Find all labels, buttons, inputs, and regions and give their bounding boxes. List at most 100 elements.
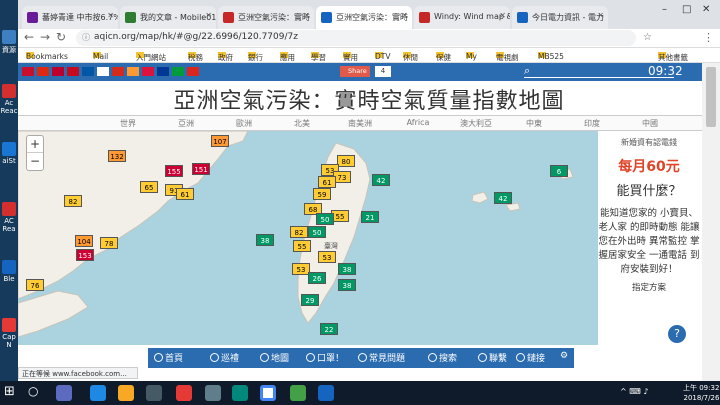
language-flag-icon[interactable] (22, 67, 34, 76)
search-icon[interactable]: ⌕ (524, 64, 530, 78)
aqi-station-marker[interactable]: 21 (361, 211, 379, 223)
aqi-station-marker[interactable]: 76 (26, 279, 44, 291)
language-flag-icon[interactable] (127, 67, 139, 76)
region-link[interactable]: 北美 (277, 118, 327, 129)
store-icon[interactable] (146, 385, 162, 401)
aqi-station-marker[interactable]: 26 (308, 272, 326, 284)
bottom-nav-item[interactable]: 常見問題 (358, 351, 405, 364)
aqi-station-marker[interactable]: 78 (100, 237, 118, 249)
aqi-map[interactable]: + − 臺灣 107 132 155 151 65 91 61 82 104 78 153 76 80 5… (18, 131, 598, 345)
language-flag-icon[interactable] (37, 67, 49, 76)
aqi-station-marker[interactable]: 55 (293, 240, 311, 252)
share-button[interactable]: Share (340, 66, 370, 77)
aqi-station-marker[interactable]: 61 (176, 188, 194, 200)
aqi-station-marker[interactable]: 132 (108, 150, 126, 162)
tray-icons[interactable]: ^ ⌨ ♪ (620, 387, 648, 396)
region-link[interactable]: 中國 (625, 118, 675, 129)
region-link[interactable]: Africa (393, 118, 443, 127)
language-flag-icon[interactable] (172, 67, 184, 76)
aqi-station-marker[interactable]: 107 (211, 135, 229, 147)
zoom-in-button[interactable]: + (27, 136, 43, 153)
language-flag-icon[interactable] (157, 67, 169, 76)
desktop-icon[interactable]: aiSt (0, 140, 18, 174)
aqi-station-marker[interactable]: 59 (313, 188, 331, 200)
language-flag-icon[interactable] (97, 67, 109, 76)
region-link[interactable]: 南美洲 (335, 118, 385, 129)
bottom-nav-item[interactable]: 搜索 (428, 351, 457, 364)
aqi-station-marker[interactable]: 38 (338, 263, 356, 275)
forward-icon[interactable]: → (40, 30, 50, 44)
desktop-icon[interactable]: Ac Reac (0, 82, 18, 116)
desktop-icon[interactable]: Ble (0, 258, 18, 292)
aqi-station-marker[interactable]: 151 (192, 163, 210, 175)
desktop-icon[interactable]: 資源 (0, 28, 18, 62)
app5-icon[interactable] (318, 385, 334, 401)
browser-tab[interactable]: 亞洲空氣污染：實時 ✕ (218, 6, 314, 29)
aqi-station-marker[interactable]: 38 (256, 234, 274, 246)
start-icon[interactable]: ⊞ (4, 384, 20, 400)
aqi-station-marker[interactable]: 65 (140, 181, 158, 193)
browser-tab[interactable]: 亞洲空氣污染：實時 ✕ (316, 6, 412, 29)
aqi-station-marker[interactable]: 29 (301, 294, 319, 306)
browser-tab[interactable]: 蕃婷青達 中市按6.7% ✕ (22, 6, 118, 29)
aqi-station-marker[interactable]: 61 (318, 176, 336, 188)
bottom-nav-item[interactable]: 地圖 (260, 351, 289, 364)
help-button[interactable]: ? (668, 325, 686, 343)
close-tab-icon[interactable]: ✕ (205, 11, 212, 20)
close-tab-icon[interactable]: ✕ (107, 11, 114, 20)
region-link[interactable]: 印度 (567, 118, 617, 129)
task-view-icon[interactable] (56, 385, 72, 401)
close-tab-icon[interactable]: ✕ (303, 11, 310, 20)
app3-icon[interactable] (232, 385, 248, 401)
aqi-station-marker[interactable]: 82 (64, 195, 82, 207)
minimize-icon[interactable]: – (662, 4, 667, 15)
aqi-station-marker[interactable]: 6 (550, 165, 568, 177)
aqi-station-marker[interactable]: 50 (308, 226, 326, 238)
aqi-station-marker[interactable]: 153 (76, 249, 94, 261)
region-link[interactable]: 中東 (509, 118, 559, 129)
region-link[interactable]: 歐洲 (219, 118, 269, 129)
browser-tab[interactable]: Windy: Wind map & ✕ (414, 6, 510, 29)
language-flag-icon[interactable] (82, 67, 94, 76)
language-flag-icon[interactable] (67, 67, 79, 76)
language-flag-icon[interactable] (52, 67, 64, 76)
browser-tab[interactable]: 我的文章 - Mobile01 ✕ (120, 6, 216, 29)
star-icon[interactable]: ☆ (643, 32, 652, 43)
region-link[interactable]: 世界 (103, 118, 153, 129)
edge-icon[interactable] (90, 385, 106, 401)
explorer-icon[interactable] (118, 385, 134, 401)
aqi-station-marker[interactable]: 82 (290, 226, 308, 238)
language-flag-icon[interactable] (187, 67, 199, 76)
bottom-nav-item[interactable]: 聯繫 (478, 351, 507, 364)
app-icon[interactable] (176, 385, 192, 401)
aqi-station-marker[interactable]: 80 (337, 155, 355, 167)
language-flag-icon[interactable] (112, 67, 124, 76)
app2-icon[interactable] (205, 385, 221, 401)
chrome-icon[interactable] (260, 385, 276, 401)
maximize-icon[interactable]: □ (682, 4, 691, 15)
menu-icon[interactable]: ⋮ (703, 31, 714, 44)
region-link[interactable]: 澳大利亞 (451, 118, 501, 129)
desktop-icon[interactable]: Cap N (0, 316, 18, 350)
aqi-station-marker[interactable]: 22 (320, 323, 338, 335)
bottom-nav-item[interactable]: 巡禮 (210, 351, 239, 364)
taskbar-clock[interactable]: 上午 09:32 2018/7/26 (683, 383, 719, 403)
close-window-icon[interactable]: ✕ (702, 4, 710, 15)
aqi-station-marker[interactable]: 155 (165, 165, 183, 177)
scroll-thumb[interactable] (706, 67, 716, 127)
search-taskbar-icon[interactable]: ○ (28, 384, 44, 400)
aqi-station-marker[interactable]: 42 (372, 174, 390, 186)
reload-icon[interactable]: ↻ (56, 30, 66, 44)
browser-tab[interactable]: 今日電力資訊 - 電力 ✕ (512, 6, 608, 29)
bottom-nav-item[interactable]: 鏈接 (516, 351, 545, 364)
aqi-station-marker[interactable]: 53 (318, 251, 336, 263)
aqi-station-marker[interactable]: 38 (338, 279, 356, 291)
close-tab-icon[interactable]: ✕ (597, 11, 604, 20)
close-tab-icon[interactable]: ✕ (401, 11, 408, 20)
app4-icon[interactable] (290, 385, 306, 401)
close-tab-icon[interactable]: ✕ (499, 11, 506, 20)
back-icon[interactable]: ← (24, 30, 34, 44)
bottom-nav-item[interactable]: 首頁 (154, 351, 183, 364)
aqi-station-marker[interactable]: 50 (316, 213, 334, 225)
desktop-icon[interactable]: AC Rea (0, 200, 18, 234)
